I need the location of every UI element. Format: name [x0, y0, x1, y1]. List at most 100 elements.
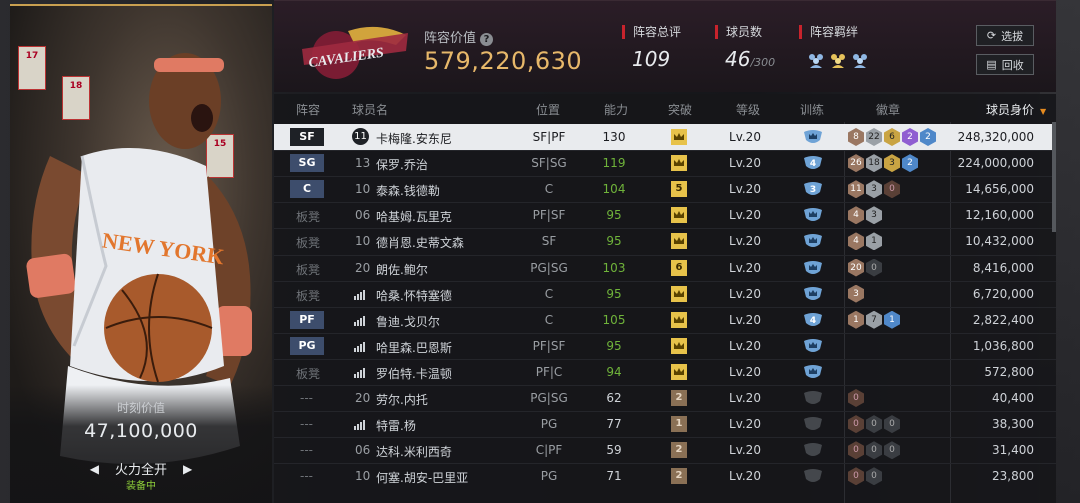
badge-list: 20 0	[848, 258, 882, 277]
badge-list: 000	[848, 441, 900, 460]
training-icon[interactable]: 4	[803, 155, 823, 171]
position-badge[interactable]: SG	[290, 154, 324, 173]
player-count: 球员数 46/300	[715, 25, 775, 71]
training-icon[interactable]	[803, 286, 823, 302]
sort-desc-icon[interactable]: ▼	[1040, 107, 1046, 116]
player-ability: 62	[606, 391, 622, 405]
position-badge[interactable]: SF	[290, 128, 324, 146]
help-icon[interactable]: ?	[480, 33, 494, 46]
person-group-icon[interactable]	[851, 51, 869, 69]
overall-rating: 阵容总评 109	[622, 25, 681, 71]
player-name: 罗伯特.卡温顿	[376, 366, 452, 381]
player-position: PG|SG	[530, 391, 568, 405]
bench-label[interactable]: 板凳	[296, 234, 320, 251]
badge-medal: 0	[866, 258, 882, 277]
badge-medal: 20	[848, 258, 864, 277]
player-ability: 77	[606, 417, 622, 432]
table-row[interactable]: SG 13 保罗.乔治 SF|SG 119 Lv.20 4 26 18 3 2 224,000,000	[274, 150, 1056, 176]
roster-table: 阵容 球员名 位置 能力 突破 等级 训练 徽章 球员身价 ▼ SF 11 卡梅隆.安…	[274, 94, 1056, 503]
table-row[interactable]: C 10 泰森.钱德勒 C 104 5 Lv.20 3 11 3 0 14,656,000	[274, 176, 1056, 202]
training-icon[interactable]	[803, 260, 823, 276]
position-badge[interactable]: C	[290, 180, 324, 199]
table-scrollbar[interactable]	[1052, 122, 1056, 232]
person-group-gold-icon[interactable]	[829, 51, 847, 69]
training-icon[interactable]	[803, 468, 823, 484]
training-icon[interactable]	[803, 338, 823, 354]
position-badge[interactable]: PG	[290, 336, 324, 355]
table-row[interactable]: 板凳 罗伯特.卡温顿 PF|C 94 Lv.20 572,800	[274, 359, 1056, 385]
col-slot[interactable]: 阵容	[296, 101, 320, 118]
training-icon[interactable]	[803, 390, 823, 406]
player-price: 248,320,000	[957, 130, 1034, 144]
row-divider	[274, 385, 1056, 386]
table-row[interactable]: --- 10 何塞.胡安-巴里亚 PG 71 2 Lv.20 0 0 23,800	[274, 463, 1056, 489]
training-icon[interactable]	[803, 416, 823, 432]
table-row[interactable]: 板凳 哈桑.怀特塞德 C 95 Lv.20 3 6,720,000	[274, 281, 1056, 307]
col-badges[interactable]: 徽章	[876, 101, 900, 118]
player-price: 10,432,000	[965, 234, 1034, 249]
select-button[interactable]: ⟳ 选拔	[976, 25, 1034, 46]
jersey-number: 11	[352, 128, 369, 145]
bench-label[interactable]: 板凳	[296, 208, 320, 225]
badge-list: 41	[848, 232, 882, 251]
badge-medal: 0	[848, 467, 864, 486]
player-position: C	[544, 286, 554, 301]
player-ability: 95	[606, 286, 622, 301]
bench-label[interactable]: 板凳	[296, 365, 320, 382]
player-card-panel[interactable]: 17 18 15 NEW YORK 时刻价值 47,100,000 ◀ 火力全开…	[10, 4, 272, 503]
lineup-value: 579,220,630	[424, 47, 583, 75]
breakthrough-badge: 2	[671, 442, 687, 459]
badge-medal: 0	[884, 180, 900, 199]
row-divider	[274, 463, 1056, 465]
bond-icon-group[interactable]	[807, 51, 869, 69]
row-divider	[274, 254, 1056, 256]
training-icon[interactable]	[803, 129, 823, 145]
player-name: 哈基姆.瓦里克	[376, 210, 452, 225]
lineup-value-label: 阵容价值?	[424, 27, 494, 46]
table-row[interactable]: 板凳 10 德肖恩.史蒂文森 SF 95 Lv.20 4 1 10,432,000	[274, 228, 1056, 254]
col-level[interactable]: 等级	[736, 101, 760, 118]
player-price: 1,036,800	[972, 338, 1034, 353]
training-icon[interactable]	[803, 207, 823, 223]
training-icon[interactable]	[803, 233, 823, 249]
training-icon[interactable]: 4	[803, 312, 823, 328]
bench-label[interactable]: 板凳	[296, 261, 320, 278]
recycle-button[interactable]: ▤ 回收	[976, 54, 1034, 75]
col-ability[interactable]: 能力	[604, 101, 628, 118]
col-position[interactable]: 位置	[536, 101, 560, 118]
table-row[interactable]: SF 11 卡梅隆.安东尼 SF|PF 130 Lv.20 8 22 6 2 2 248,320,00…	[274, 124, 1056, 150]
col-training[interactable]: 训练	[800, 101, 824, 118]
table-row[interactable]: --- 20 劳尔.内托 PG|SG 62 2 Lv.20 0 40,400	[274, 385, 1056, 411]
player-level: Lv.20	[729, 156, 761, 171]
training-icon[interactable]	[803, 364, 823, 380]
table-row[interactable]: PF 鲁迪.戈贝尔 C 105 Lv.20 4 1 7 1 2,822,400	[274, 307, 1056, 333]
prev-arrow-icon[interactable]: ◀	[90, 462, 99, 476]
player-ability: 130	[602, 130, 626, 144]
crown-icon	[671, 363, 687, 380]
table-row[interactable]: PG 哈里森.巴恩斯 PF|SF 95 Lv.20 1,036,800	[274, 333, 1056, 359]
jersey-number: 10	[355, 182, 371, 197]
player-ability: 95	[606, 234, 622, 249]
table-row[interactable]: --- 特雷.杨 PG 77 1 Lv.20 0 0 0 38,300	[274, 411, 1056, 437]
col-price[interactable]: 球员身价 ▼	[986, 101, 1046, 118]
player-level: Lv.20	[729, 260, 761, 275]
col-name[interactable]: 球员名	[352, 101, 388, 118]
skill-selector: ◀ 火力全开 ▶	[10, 459, 272, 479]
next-arrow-icon[interactable]: ▶	[183, 462, 192, 476]
person-group-icon[interactable]	[807, 51, 825, 69]
player-position: PG	[540, 417, 558, 432]
col-breakthrough[interactable]: 突破	[668, 101, 692, 118]
table-row[interactable]: 板凳 20 朗佐.鲍尔 PG|SG 103 6 Lv.20 20 0 8,416,000	[274, 255, 1056, 281]
crown-icon	[671, 311, 687, 328]
player-name: 卡梅隆.安东尼	[376, 132, 452, 146]
table-row[interactable]: --- 06 达科.米利西奇 C|PF 59 2 Lv.20 0 0 0 31,400	[274, 437, 1056, 463]
training-icon[interactable]	[803, 442, 823, 458]
player-name: 劳尔.内托	[376, 393, 428, 407]
badge-list: 8 22 6 2 2	[848, 128, 936, 146]
player-price: 6,720,000	[972, 286, 1034, 301]
player-name: 何塞.胡安-巴里亚	[376, 471, 469, 486]
bench-label[interactable]: 板凳	[296, 287, 320, 304]
table-row[interactable]: 板凳 06 哈基姆.瓦里克 PF|SF 95 Lv.20 4 3 12,160,000	[274, 202, 1056, 228]
training-icon[interactable]: 3	[803, 181, 823, 197]
position-badge[interactable]: PF	[290, 310, 324, 329]
